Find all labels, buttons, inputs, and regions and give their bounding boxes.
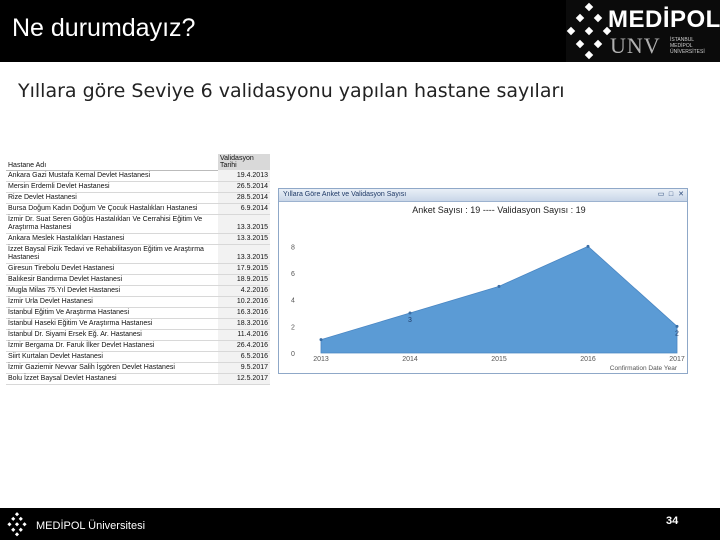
hospital-name-cell: Mugla Milas 75.Yıl Devlet Hastanesi [6,285,218,297]
area-chart: Anket Sayısı : 19 ---- Validasyon Sayısı… [291,205,685,372]
data-point [319,338,323,342]
validation-date-cell: 19.4.2013 [218,170,270,182]
x-tick-label: 2017 [669,356,685,363]
validation-date-cell: 28.5.2014 [218,192,270,204]
x-tick-label: 2013 [313,356,329,363]
table-header-row: Hastane Adı Validasyon Tarihi [6,154,270,171]
hospital-name-cell: Giresun Tirebolu Devlet Hastanesi [6,263,218,275]
y-tick-label: 4 [291,298,295,305]
table-row: İstanbul Eğitim Ve Araştırma Hastanesi 16… [6,307,270,319]
hospital-name-cell: İstanbul Haseki Eğitim Ve Araştırma Hast… [6,318,218,330]
column-header-hospital: Hastane Adı [6,154,218,171]
data-point [497,284,501,288]
hospital-name-cell: Ankara Gazi Mustafa Kemal Devlet Hastane… [6,170,218,182]
validation-date-cell: 4.2.2016 [218,285,270,297]
table-row: Mersin Erdemli Devlet Hastanesi 26.5.2014 [6,181,270,193]
table-row: İzmir Urla Devlet Hastanesi 10.2.2016 [6,296,270,308]
x-pattern-logo-icon [566,2,612,60]
hospital-name-cell: İzmir Gaziemir Nevvar Salih İşgören Devl… [6,362,218,374]
data-point [586,244,590,248]
table-row: Ankara Meslek Hastalıkları Hastanesi 13.3… [6,233,270,245]
chart-window: Yıllara Göre Anket ve Validasyon Sayısı … [278,188,688,374]
hospital-name-cell: Siirt Kurtalan Devlet Hastanesi [6,351,218,363]
data-label: 2 [675,330,679,337]
data-point [675,324,679,328]
hospital-name-cell: Bolu İzzet Baysal Devlet Hastanesi [6,373,218,385]
hospital-name-cell: Balıkesir Bandırma Devlet Hastanesi [6,274,218,286]
validation-date-cell: 10.2.2016 [218,296,270,308]
x-tick-label: 2015 [491,356,507,363]
maximize-icon[interactable]: □ [667,191,675,199]
hospital-name-cell: Mersin Erdemli Devlet Hastanesi [6,181,218,193]
validation-date-cell: 6.5.2016 [218,351,270,363]
logo-wordmark: MEDİPOL [608,6,720,33]
slide-footer: MEDİPOL Üniversitesi 34 [0,508,720,540]
validation-date-cell: 18.9.2015 [218,274,270,286]
validation-date-cell: 13.3.2015 [218,233,270,245]
hospital-name-cell: İzzet Baysal Fizik Tedavi ve Rehabilitas… [6,244,218,264]
chart-window-title: Yıllara Göre Anket ve Validasyon Sayısı [283,191,407,198]
table-row: Mugla Milas 75.Yıl Devlet Hastanesi 4.2.2… [6,285,270,297]
validation-date-cell: 16.3.2016 [218,307,270,319]
x-tick-label: 2014 [402,356,418,363]
validation-date-cell: 12.5.2017 [218,373,270,385]
slide-header: Ne durumdayız? MEDİPOL UNV İSTANBUL MEDİ… [0,0,720,62]
validation-date-cell: 9.5.2017 [218,362,270,374]
table-row: Ankara Gazi Mustafa Kemal Devlet Hastane… [6,170,270,182]
validation-date-cell: 6.9.2014 [218,203,270,215]
table-row: Bolu İzzet Baysal Devlet Hastanesi 12.5.2… [6,373,270,385]
column-header-date: Validasyon Tarihi [218,154,270,170]
table-row: İstanbul Haseki Eğitim Ve Araştırma Hast… [6,318,270,330]
chart-title: Anket Sayısı : 19 ---- Validasyon Sayısı… [412,205,585,215]
table-row: İzmir Dr. Suat Seren Göğüs Hastalıkları … [6,214,270,234]
table-row: Siirt Kurtalan Devlet Hastanesi 6.5.2016 [6,351,270,363]
validation-date-cell: 17.9.2015 [218,263,270,275]
y-tick-label: 2 [291,324,295,331]
data-point [408,311,412,315]
table-row: Balıkesir Bandırma Devlet Hastanesi 18.9.… [6,274,270,286]
validation-date-cell: 13.3.2015 [218,244,270,264]
y-tick-label: 0 [291,351,295,358]
restore-icon[interactable]: ▭ [657,191,665,199]
table-row: Giresun Tirebolu Devlet Hastanesi 17.9.20… [6,263,270,275]
y-tick-label: 8 [291,244,295,251]
table-row: Rize Devlet Hastanesi 28.5.2014 [6,192,270,204]
hospital-name-cell: İstanbul Dr. Siyami Ersek Eğ. Ar. Hastan… [6,329,218,341]
data-label: 3 [408,317,412,324]
slide-title: Ne durumdayız? [12,14,196,42]
table-row: İstanbul Dr. Siyami Ersek Eğ. Ar. Hastan… [6,329,270,341]
medipol-logo: MEDİPOL UNV İSTANBUL MEDİPOL ÜNİVERSİTES… [566,0,720,62]
validation-date-cell: 11.4.2016 [218,329,270,341]
chart-window-titlebar: Yıllara Göre Anket ve Validasyon Sayısı … [279,189,687,202]
y-tick-label: 6 [291,271,295,278]
hospital-name-cell: İstanbul Eğitim Ve Araştırma Hastanesi [6,307,218,319]
table-row: İzmir Bergama Dr. Faruk İlker Devlet Has… [6,340,270,352]
logo-university-name: İSTANBUL MEDİPOL ÜNİVERSİTESİ [670,37,705,55]
hospital-name-cell: İzmir Bergama Dr. Faruk İlker Devlet Has… [6,340,218,352]
x-pattern-logo-icon [7,512,27,537]
footer-university-name: MEDİPOL Üniversitesi [36,520,146,532]
table-row: İzmir Gaziemir Nevvar Salih İşgören Devl… [6,362,270,374]
validation-date-cell: 18.3.2016 [218,318,270,330]
hospital-name-cell: İzmir Dr. Suat Seren Göğüs Hastalıkları … [6,214,218,234]
series-area [320,245,678,354]
hospital-validation-table: Hastane Adı Validasyon Tarihi Ankara Gaz… [6,154,270,385]
table-row: Bursa Doğum Kadın Doğum Ve Çocuk Hastalı… [6,203,270,215]
x-axis-label: Confirmation Date Year [610,365,678,372]
validation-date-cell: 26.5.2014 [218,181,270,193]
logo-unv: UNV [610,33,661,58]
slide-subtitle: Yıllara göre Seviye 6 validasyonu yapıla… [18,80,565,102]
hospital-name-cell: Ankara Meslek Hastalıkları Hastanesi [6,233,218,245]
validation-date-cell: 26.4.2016 [218,340,270,352]
table-row: İzzet Baysal Fizik Tedavi ve Rehabilitas… [6,244,270,264]
hospital-name-cell: Bursa Doğum Kadın Doğum Ve Çocuk Hastalı… [6,203,218,215]
x-tick-label: 2016 [580,356,596,363]
validation-date-cell: 13.3.2015 [218,214,270,234]
close-icon[interactable]: ✕ [677,191,685,199]
hospital-name-cell: Rize Devlet Hastanesi [6,192,218,204]
page-number: 34 [666,515,679,527]
hospital-name-cell: İzmir Urla Devlet Hastanesi [6,296,218,308]
